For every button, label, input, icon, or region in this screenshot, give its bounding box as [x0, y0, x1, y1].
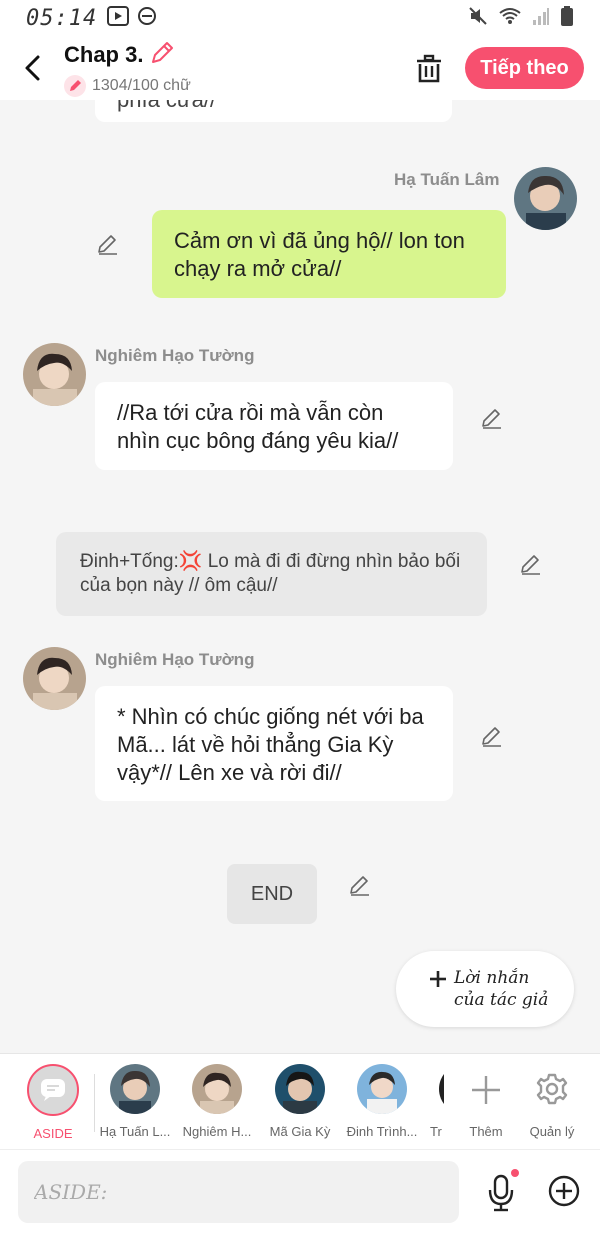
edit-message-icon[interactable]: [480, 406, 504, 430]
character-item[interactable]: Hạ Tuấn L...: [90, 1064, 180, 1139]
status-time: 05:14: [26, 5, 98, 31]
character-label: Hạ Tuấn L...: [99, 1124, 171, 1139]
edit-message-icon[interactable]: [348, 873, 372, 897]
character-label: Mã Gia Kỳ: [269, 1124, 331, 1139]
author-name: Nghiêm Hạo Tường: [95, 346, 255, 365]
add-attachment-button[interactable]: [547, 1174, 581, 1208]
character-item[interactable]: Đinh Trình...: [337, 1064, 427, 1139]
mic-button[interactable]: [484, 1168, 520, 1214]
aside-bubble[interactable]: Đinh+Tống:💢 Lo mà đi đi đừng nhìn bảo bố…: [56, 532, 487, 616]
edit-message-icon[interactable]: [480, 724, 504, 748]
chat-area[interactable]: phía cửa// Hạ Tuấn Lâm Cảm ơn vì đã ủng …: [0, 100, 600, 1053]
mute-icon: [468, 6, 488, 31]
aside-text: Đinh+Tống:💢 Lo mà đi đi đừng nhìn bảo bố…: [80, 551, 461, 596]
message-bubble[interactable]: Cảm ơn vì đã ủng hộ// lon ton chạy ra mở…: [152, 210, 506, 298]
wifi-icon: [498, 6, 522, 31]
avatar[interactable]: [23, 343, 86, 406]
message-bubble-partial[interactable]: phía cửa//: [95, 100, 452, 122]
end-label: END: [250, 882, 294, 905]
author-note-line1: Lời nhắn: [454, 968, 530, 988]
edit-title-icon[interactable]: [149, 40, 175, 71]
character-label: ASIDE: [33, 1126, 73, 1141]
character-item[interactable]: Nghiêm H...: [172, 1064, 262, 1139]
author-note-line2: của tác giả: [454, 990, 549, 1010]
microphone-icon: [488, 1169, 519, 1212]
add-label: Thêm: [469, 1124, 503, 1139]
battery-icon: [560, 5, 574, 32]
avatar: [192, 1064, 242, 1114]
avatar: [110, 1064, 160, 1114]
gear-icon: [536, 1073, 568, 1105]
character-bar: ASIDE Hạ Tuấn L... Nghiêm H... Mã Gia Kỳ…: [0, 1053, 600, 1149]
do-not-disturb-icon: [137, 6, 157, 31]
signal-icon: [532, 6, 550, 31]
avatar: [275, 1064, 325, 1114]
message-text: phía cửa//: [117, 100, 216, 112]
character-label: Nghiêm H...: [182, 1124, 252, 1139]
aside-avatar: [27, 1064, 79, 1116]
back-button[interactable]: [8, 36, 58, 100]
composer: [0, 1149, 600, 1233]
pencil-icon: [64, 74, 86, 97]
plus-icon: [472, 1076, 500, 1104]
plus-circle-icon: [548, 1175, 580, 1207]
message-text: * Nhìn có chúc giống nét với ba Mã... lá…: [117, 704, 424, 785]
avatar[interactable]: [23, 647, 86, 710]
manage-button[interactable]: Quản lý: [507, 1064, 597, 1139]
message-bubble[interactable]: //Ra tới cửa rồi mà vẫn còn nhìn cục bôn…: [95, 382, 453, 470]
author-name: Hạ Tuấn Lâm: [394, 170, 500, 189]
edit-message-icon[interactable]: [96, 232, 120, 256]
chevron-left-icon: [25, 55, 40, 81]
message-input[interactable]: [18, 1161, 459, 1223]
edit-message-icon[interactable]: [519, 552, 543, 576]
end-marker[interactable]: END: [227, 864, 317, 924]
video-app-icon: [107, 5, 130, 31]
app-header: Chap 3. 1304/100 chữ Tiếp theo: [0, 36, 600, 100]
chat-bubble-icon: [41, 1079, 65, 1101]
message-text: //Ra tới cửa rồi mà vẫn còn nhìn cục bôn…: [117, 400, 399, 453]
manage-label: Quản lý: [529, 1124, 575, 1139]
word-count: 1304/100 chữ: [92, 76, 191, 94]
character-item[interactable]: Mã Gia Kỳ: [255, 1064, 345, 1139]
next-button[interactable]: Tiếp theo: [465, 47, 584, 89]
avatar[interactable]: [514, 167, 577, 230]
message-text: Cảm ơn vì đã ủng hộ// lon ton chạy ra mở…: [174, 228, 465, 281]
status-bar: 05:14: [0, 0, 600, 36]
author-name: Nghiêm Hạo Tường: [95, 650, 255, 669]
chapter-title: Chap 3.: [64, 42, 144, 67]
avatar: [357, 1064, 407, 1114]
character-aside[interactable]: ASIDE: [8, 1064, 98, 1141]
delete-button[interactable]: [410, 50, 448, 88]
message-bubble[interactable]: * Nhìn có chúc giống nét với ba Mã... lá…: [95, 686, 453, 801]
character-label: Đinh Trình...: [346, 1124, 418, 1139]
trash-icon: [417, 54, 441, 83]
author-note-button[interactable]: Lời nhắn của tác giả: [396, 951, 574, 1027]
plus-icon: [430, 971, 446, 987]
